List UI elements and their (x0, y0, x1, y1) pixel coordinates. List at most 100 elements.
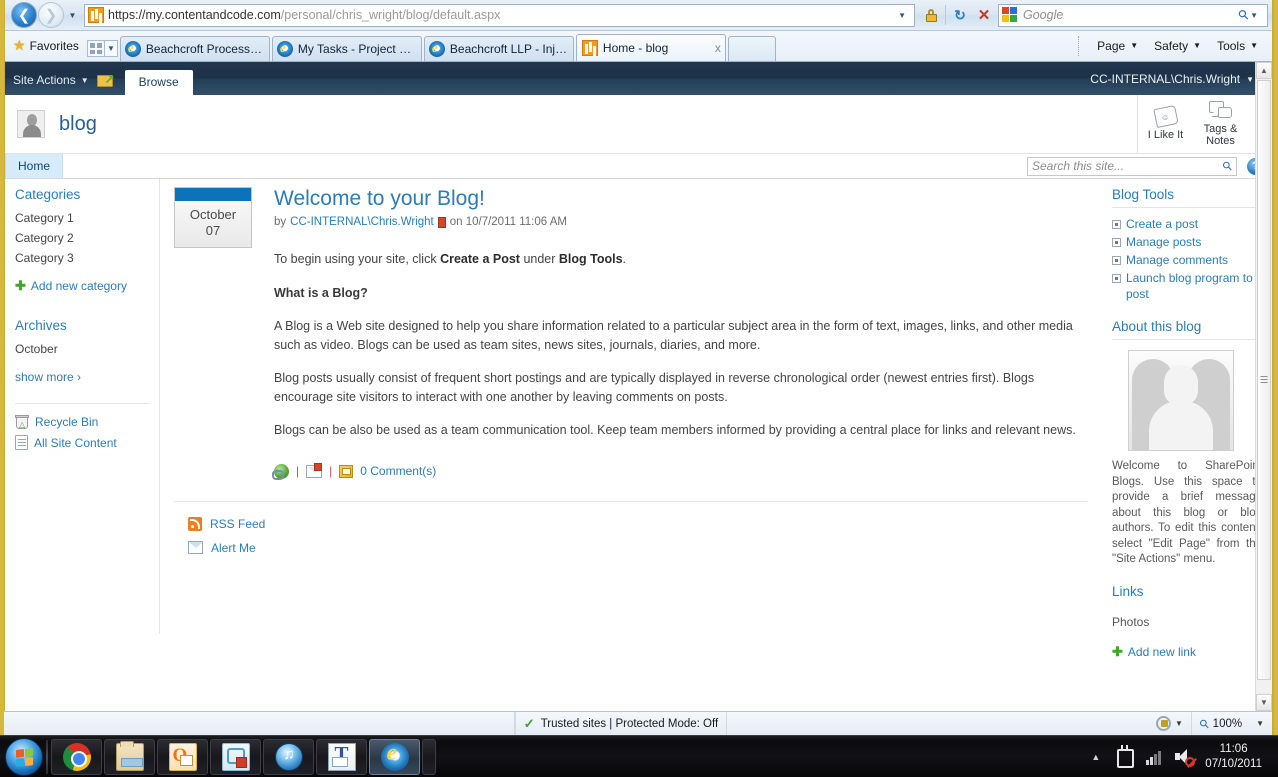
lock-icon[interactable] (919, 3, 943, 27)
scrollbar-thumb[interactable] (1257, 80, 1271, 680)
recycle-bin-icon: △ (15, 415, 29, 429)
page-scrollbar[interactable]: ▲ ▼ (1255, 62, 1272, 711)
comment-note-icon[interactable] (339, 464, 354, 478)
taskbar-item-chrome[interactable] (51, 738, 102, 775)
post-actions: | | 0 Comment(s) (272, 462, 1088, 480)
site-actions-label: Site Actions (13, 73, 76, 87)
tab-browse[interactable]: Browse (124, 70, 193, 95)
device-plug-icon[interactable] (1113, 744, 1135, 768)
clock[interactable]: 11:06 07/10/2011 (1199, 742, 1272, 772)
taskbar-item-extra[interactable] (422, 738, 436, 775)
i-like-it-button[interactable]: ☺ I Like It (1138, 95, 1193, 153)
forward-arrow-icon[interactable]: ❯ (38, 2, 64, 28)
alert-me-link[interactable]: Alert Me (211, 541, 256, 555)
favorites-bar-dropdown-icon[interactable]: ▼ (104, 40, 118, 57)
alert-me-row[interactable]: Alert Me (174, 536, 1088, 560)
scroll-down-icon[interactable]: ▼ (1256, 694, 1272, 711)
close-icon[interactable]: x (709, 41, 721, 55)
tools-menu[interactable]: Tools ▼ (1209, 39, 1266, 53)
recent-pages-dropdown-icon[interactable]: ▼ (65, 4, 80, 26)
manage-posts-link[interactable]: Manage posts (1112, 233, 1262, 251)
comments-link[interactable]: 0 Comment(s) (360, 464, 436, 478)
sidebar-item-category-1[interactable]: Category 1 (15, 208, 159, 228)
volume-muted-icon[interactable] (1173, 746, 1196, 768)
sidebar-item-all-site-content[interactable]: All Site Content (15, 432, 159, 453)
address-dropdown-icon[interactable]: ▼ (896, 11, 912, 20)
safety-menu[interactable]: Safety ▼ (1146, 39, 1209, 53)
email-post-icon[interactable] (306, 462, 323, 478)
rss-icon (188, 516, 202, 531)
sidebar-item-archive-october[interactable]: October (15, 339, 159, 359)
taskbar-item-text-editor[interactable] (316, 738, 367, 775)
taskbar-item-internet-explorer[interactable] (369, 738, 420, 775)
taskbar-item-windows-explorer[interactable] (104, 738, 155, 775)
site-actions-menu[interactable]: Site Actions ▼ (13, 73, 95, 95)
nav-item-home[interactable]: Home (5, 154, 64, 178)
start-button[interactable] (5, 737, 43, 776)
post-paragraph-3: Blog posts usually consist of frequent s… (274, 371, 1035, 404)
post-subheading: What is a Blog? (274, 285, 368, 300)
chevron-down-icon: ▼ (80, 75, 89, 85)
manage-comments-link[interactable]: Manage comments (1112, 251, 1262, 269)
people-silhouette-image (1128, 350, 1234, 451)
favorites-bar-icon[interactable] (86, 40, 105, 57)
security-zone-status[interactable]: ✓ Trusted sites | Protected Mode: Off (514, 711, 728, 736)
shield-zone-icon (1155, 716, 1171, 731)
back-arrow-icon[interactable]: ❮ (11, 2, 37, 28)
tags-and-notes-button[interactable]: Tags & Notes (1193, 95, 1248, 153)
browser-tab-active[interactable]: Home - blog x (575, 34, 726, 61)
divider (1078, 35, 1080, 56)
link-item-photos[interactable]: Photos (1112, 611, 1262, 637)
sidebar-item-category-2[interactable]: Category 2 (15, 228, 159, 248)
sidebar-item-category-3[interactable]: Category 3 (15, 248, 159, 268)
site-title-band: blog ☺ I Like It Tags & Notes (5, 95, 1272, 153)
scroll-up-icon[interactable]: ▲ (1256, 62, 1272, 79)
create-a-post-link[interactable]: Create a post (1112, 215, 1262, 233)
zoom-control[interactable]: ⚲ 100% ▼ (1192, 712, 1272, 736)
show-hidden-icons-icon[interactable]: ▲ (1082, 752, 1109, 762)
stop-icon[interactable]: ✕ (972, 3, 996, 27)
show-more-link[interactable]: show more › (15, 367, 159, 387)
divider (174, 500, 1088, 502)
launch-blog-program-link[interactable]: Launch blog program to post (1112, 269, 1262, 303)
taskbar-item-lync[interactable] (210, 738, 261, 775)
favorites-button[interactable]: ★ Favorites (11, 30, 87, 61)
browser-tab[interactable]: My Tasks - Project Web Ac... (271, 36, 422, 61)
add-new-link[interactable]: ✚ Add new link (1112, 637, 1262, 659)
browser-tab[interactable]: Beachcroft LLP - Injury Ris... (423, 36, 574, 61)
presence-indicator-icon[interactable] (437, 216, 446, 228)
add-new-category-link[interactable]: ✚ Add new category (15, 276, 159, 296)
sidebar-item-recycle-bin[interactable]: △ Recycle Bin (15, 412, 159, 432)
chevron-down-icon[interactable]: ▼ (1175, 719, 1183, 728)
new-tab-button[interactable] (727, 36, 776, 61)
favorites-label: Favorites (29, 38, 79, 53)
window-border-right (1274, 0, 1278, 735)
add-new-link-label: Add new link (1127, 644, 1196, 659)
page-title[interactable]: blog (59, 113, 97, 136)
address-bar-icons: ↻ ✕ (919, 3, 996, 27)
browser-tab[interactable]: Beachcroft Process Diagra... (119, 36, 270, 61)
taskbar-item-itunes[interactable] (263, 738, 314, 775)
post-title[interactable]: Welcome to your Blog! (274, 187, 1088, 211)
post-paragraph-4: Blogs can be also be used as a team comm… (274, 423, 1076, 437)
create-a-post-label: Create a post (1126, 217, 1199, 231)
chevron-down-icon[interactable]: ▼ (1256, 719, 1264, 728)
rss-feed-row[interactable]: RSS Feed (174, 512, 1088, 536)
network-signal-icon[interactable] (1143, 746, 1165, 768)
browser-tab-title: Beachcroft Process Diagra... (145, 42, 265, 56)
site-search-input[interactable]: Search this site... ⚲ (1027, 156, 1237, 176)
user-menu[interactable]: CC-INTERNAL\Chris.Wright ▼ (1090, 72, 1272, 95)
taskbar-item-outlook[interactable] (157, 738, 208, 775)
browser-search-input[interactable]: Google ⚲ ▼ (998, 3, 1268, 27)
post-body: To begin using your site, click Create a… (274, 250, 1088, 440)
globe-link-icon[interactable] (272, 463, 289, 480)
protected-mode-button[interactable]: ▼ (1148, 711, 1192, 736)
post-author-link[interactable]: CC-INTERNAL\Chris.Wright (290, 216, 434, 228)
address-input[interactable]: https://my.contentandcode.com/personal/c… (84, 3, 915, 27)
refresh-icon[interactable]: ↻ (948, 3, 972, 27)
google-icon (1002, 7, 1018, 23)
system-tray: ▲ 11:06 07/10/2011 (1082, 736, 1278, 777)
rss-feed-link[interactable]: RSS Feed (210, 517, 265, 531)
page-menu[interactable]: Page ▼ (1089, 39, 1146, 53)
navigate-up-icon[interactable]: ↗ (96, 72, 115, 89)
